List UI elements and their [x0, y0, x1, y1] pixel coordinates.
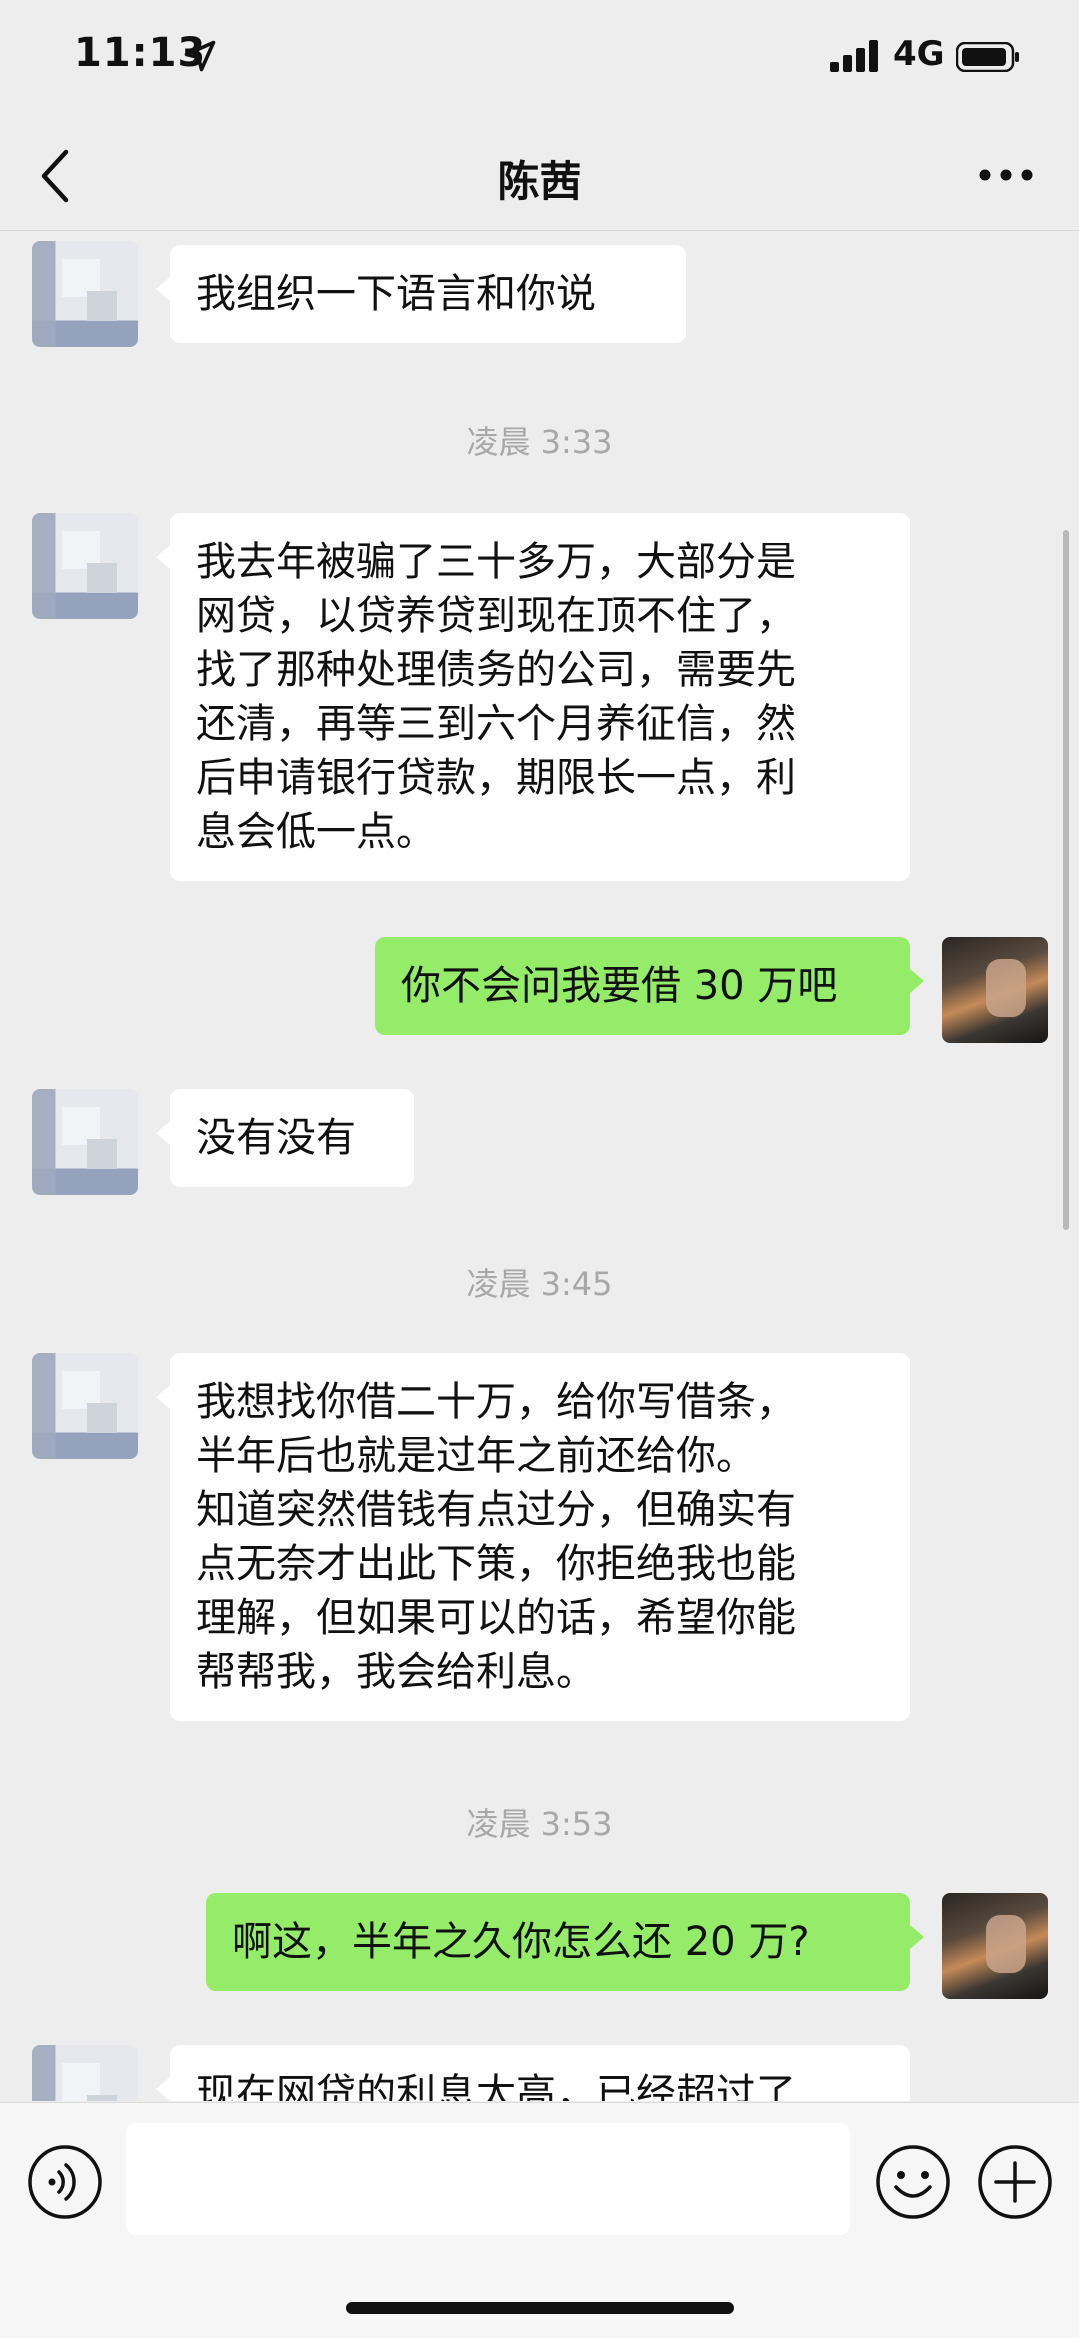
- message-list[interactable]: 我组织一下语言和你说 凌晨 3:33 我去年被骗了三十多万，大部分是 网贷，以贷…: [0, 231, 1079, 2101]
- emoji-icon[interactable]: [874, 2143, 952, 2221]
- incoming-message[interactable]: 我组织一下语言和你说: [156, 245, 686, 343]
- plus-icon[interactable]: [976, 2143, 1054, 2221]
- scrollbar[interactable]: [1063, 530, 1069, 1230]
- signal-icon: [830, 40, 878, 72]
- timestamp: 凌晨 3:53: [466, 1805, 613, 1843]
- network-type: 4G: [893, 34, 945, 74]
- my-avatar[interactable]: [942, 1893, 1048, 1999]
- timestamp: 凌晨 3:33: [466, 423, 613, 461]
- incoming-message[interactable]: 没有没有: [156, 1089, 414, 1187]
- voice-icon[interactable]: [26, 2143, 104, 2221]
- incoming-message[interactable]: 现在网贷的利息太高，已经超过了: [156, 2045, 910, 2101]
- contact-avatar[interactable]: [32, 241, 138, 347]
- location-arrow-icon: [184, 40, 216, 72]
- chat-header: 陈茜: [0, 120, 1079, 231]
- contact-avatar[interactable]: [32, 1353, 138, 1459]
- contact-avatar[interactable]: [32, 2045, 138, 2101]
- message-input[interactable]: [126, 2123, 850, 2235]
- outgoing-message[interactable]: 啊这，半年之久你怎么还 20 万?: [206, 1893, 924, 1991]
- contact-avatar[interactable]: [32, 513, 138, 619]
- home-indicator[interactable]: [346, 2302, 734, 2314]
- status-bar: 11:13 4G: [0, 0, 1079, 120]
- incoming-message[interactable]: 我想找你借二十万，给你写借条， 半年后也就是过年之前还给你。 知道突然借钱有点过…: [156, 1353, 910, 1721]
- more-dots-icon[interactable]: [978, 168, 1034, 182]
- timestamp: 凌晨 3:45: [466, 1265, 613, 1303]
- battery-icon: [956, 42, 1019, 72]
- incoming-message[interactable]: 我去年被骗了三十多万，大部分是 网贷，以贷养贷到现在顶不住了， 找了那种处理债务…: [156, 513, 910, 881]
- my-avatar[interactable]: [942, 937, 1048, 1043]
- contact-avatar[interactable]: [32, 1089, 138, 1195]
- chat-title: 陈茜: [497, 157, 582, 206]
- outgoing-message[interactable]: 你不会问我要借 30 万吧: [375, 937, 924, 1035]
